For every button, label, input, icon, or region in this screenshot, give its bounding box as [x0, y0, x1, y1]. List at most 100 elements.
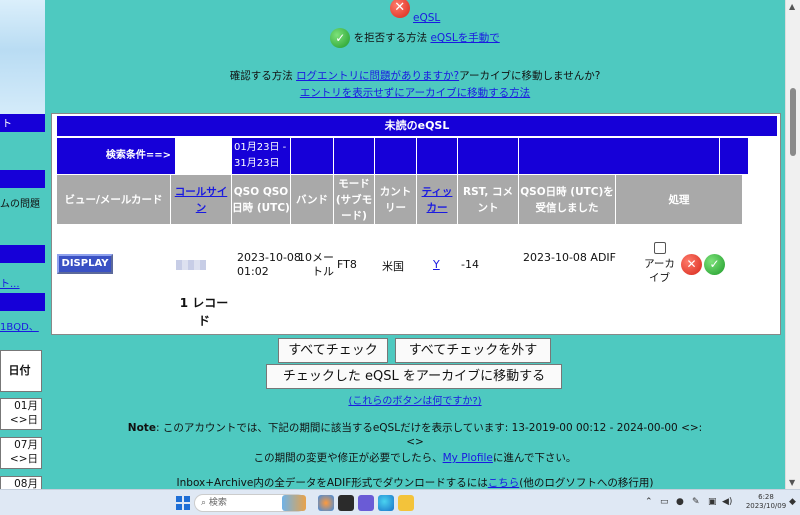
ticker-sort-link[interactable]: ティッカー: [417, 184, 457, 216]
confirm-row: 確認する方法 ログエントリに問題がありますか?アーカイブに移動しませんか?: [45, 68, 785, 83]
note-line-1: Note: このアカウントでは、下記の期間に該当するeQSLだけを表示しています…: [45, 420, 785, 435]
display-button[interactable]: DISPLAY: [57, 254, 113, 274]
log-problem-link[interactable]: ログエントリに問題がありますか?: [296, 70, 459, 82]
note-text: : このアカウントでは、下記の期間に該当するeQSLだけを表示しています: 13…: [155, 422, 703, 434]
scrollbar-thumb[interactable]: [790, 88, 796, 156]
check-all-button[interactable]: すべてチェック: [278, 338, 388, 363]
inbox-download-row: Inbox+Archive内の全データをADIF形式でダウンロードするにはこちら…: [45, 475, 785, 489]
accept-check-icon[interactable]: ✓: [330, 28, 351, 48]
search-cell-mode[interactable]: [334, 138, 374, 174]
search-cell-country[interactable]: [375, 138, 416, 174]
note-line-2: <>: [406, 436, 424, 448]
sidebar-item-4[interactable]: 1BQD、: [0, 318, 39, 333]
reject-x-icon[interactable]: ✕: [389, 0, 410, 18]
date-cell-2-day: <>日: [9, 453, 38, 465]
search-cell-action[interactable]: [720, 138, 748, 174]
scroll-up-arrow-icon[interactable]: ▲: [789, 2, 795, 11]
row-received: 2023-10-08 ADIF: [523, 251, 616, 264]
manual-reject-link[interactable]: eQSLを手動で: [430, 32, 499, 44]
note-label: Note: [127, 422, 156, 434]
my-profile-link[interactable]: My Plofile: [443, 452, 493, 464]
row-mode: FT8: [337, 258, 357, 271]
tray-app-icon[interactable]: ●: [676, 497, 684, 507]
what-buttons-link[interactable]: (これらのボタンは何ですか?): [348, 396, 481, 407]
header-callsign[interactable]: コールサイン: [171, 175, 231, 224]
tray-keyboard-icon[interactable]: ▭: [660, 497, 669, 507]
reject-row: ✓ を拒否する方法 eQSLを手動で: [45, 28, 785, 48]
search-date-range[interactable]: 01月23日 - 31月23日: [232, 138, 290, 174]
date-column-header[interactable]: 日付: [0, 350, 42, 392]
download-here-link[interactable]: こちら: [488, 477, 520, 489]
archive-without-view-link[interactable]: エントリを表示せずにアーカイブに移動する方法: [300, 87, 530, 99]
sidebar-item-2[interactable]: ムの問題: [0, 195, 40, 210]
task-view-icon[interactable]: [338, 495, 354, 511]
edge-browser-icon[interactable]: [378, 495, 394, 511]
tray-network-icon[interactable]: ▣: [708, 497, 717, 507]
eqsl-link[interactable]: eQSL: [413, 12, 440, 24]
row-ticker-link[interactable]: Y: [433, 258, 440, 271]
taskbar-search-placeholder: 検索: [208, 498, 227, 508]
start-button-icon[interactable]: [176, 496, 190, 510]
tray-pen-icon[interactable]: ✎: [692, 497, 700, 507]
note-change-tail: に進んで下さい。: [492, 452, 577, 464]
main-content: ✕ eQSL ✓ を拒否する方法 eQSLを手動で 確認する方法 ログエントリに…: [45, 0, 785, 489]
tray-chevron-icon[interactable]: ⌃: [645, 497, 653, 507]
panel-title: 未読のeQSL: [57, 116, 777, 136]
search-cell-band[interactable]: [291, 138, 333, 174]
uncheck-all-button[interactable]: すべてチェックを外す: [395, 338, 551, 363]
record-count: 1 レコード: [179, 296, 229, 328]
taskbar-clock[interactable]: 6:28 2023/10/09: [745, 493, 787, 511]
windows-taskbar: ⌕ 検索 ⌃ ▭ ● ✎ ▣ ◀) 6:28 2023/10/09 ◆: [0, 489, 800, 515]
callsign-redacted[interactable]: [176, 260, 206, 270]
move-checked-button[interactable]: チェックした eQSL をアーカイブに移動する: [266, 364, 562, 389]
sidebar-item-3[interactable]: ト...: [0, 275, 20, 290]
header-view: ビュー/メールカード: [57, 175, 170, 224]
archive-row: エントリを表示せずにアーカイブに移動する方法: [45, 85, 785, 100]
date-cell-1-day: <>日: [9, 414, 38, 426]
search-cell-ticker[interactable]: [417, 138, 457, 174]
header-rst: RST, コメント: [458, 175, 518, 224]
row-band: 10メートル: [298, 251, 334, 278]
notification-bell-icon[interactable]: ◆: [789, 497, 796, 507]
teams-icon[interactable]: [358, 495, 374, 511]
clock-date: 2023/10/09: [745, 502, 787, 510]
tray-volume-icon[interactable]: ◀): [722, 497, 732, 507]
copilot-icon[interactable]: [318, 495, 334, 511]
search-icon: ⌕: [201, 498, 207, 508]
reject-row-x-icon[interactable]: ✕: [681, 254, 702, 275]
eqsl-row: ✕ eQSL: [45, 0, 785, 24]
header-qso-time: QSO QSO日時 (UTC): [232, 175, 290, 224]
vertical-scrollbar[interactable]: ▲ ▼: [785, 0, 800, 489]
header-mode: モード(サブモード): [334, 175, 374, 224]
callsign-sort-link[interactable]: コールサイン: [171, 184, 231, 216]
file-explorer-icon[interactable]: [398, 495, 414, 511]
date-cell-3: 08月: [0, 476, 42, 489]
accept-row-check-icon[interactable]: ✓: [704, 254, 725, 275]
confirm-tail-text: アーカイブに移動しませんか?: [459, 70, 601, 82]
scroll-down-arrow-icon[interactable]: ▼: [789, 478, 795, 487]
inbox-tail: (他のログソフトへの移行用): [519, 477, 654, 489]
search-cell-received[interactable]: [519, 138, 719, 174]
reject-text: を拒否する方法: [353, 32, 428, 44]
sidebar-bar: [0, 293, 45, 311]
widgets-icon[interactable]: [282, 495, 306, 511]
archive-label: アーカイブ: [644, 258, 675, 284]
sidebar-sky-image: [0, 0, 45, 125]
clock-time: 6:28: [758, 493, 774, 501]
archive-checkbox[interactable]: [654, 242, 666, 254]
row-country: 米国: [382, 260, 404, 273]
unread-eqsl-panel: 未読のeQSL 検索条件==> 01月23日 - 31月23日 ビュー/メールカ…: [51, 113, 781, 335]
inbox-text: Inbox+Archive内の全データをADIF形式でダウンロードするには: [176, 477, 488, 489]
note-line-3: この期間の変更や修正が必要でしたら、My Plofileに進んで下さい。: [45, 450, 785, 465]
header-received: QSO日時 (UTC)を受信しました: [519, 175, 615, 224]
date-cell-2: 07月 <>日: [0, 437, 42, 469]
search-cell-rst[interactable]: [458, 138, 518, 174]
date-cell-1-month: 01月: [14, 400, 38, 412]
header-band: バンド: [291, 175, 333, 224]
left-sidebar: ト ムの問題 ト... 1BQD、 日付 01月 <>日 07月 <>日 08月: [0, 0, 45, 489]
sidebar-item-1[interactable]: ト: [2, 115, 12, 130]
search-label: 検索条件==>: [57, 138, 175, 174]
header-ticker[interactable]: ティッカー: [417, 175, 457, 224]
header-country: カントリー: [375, 175, 416, 224]
date-cell-1: 01月 <>日: [0, 398, 42, 430]
